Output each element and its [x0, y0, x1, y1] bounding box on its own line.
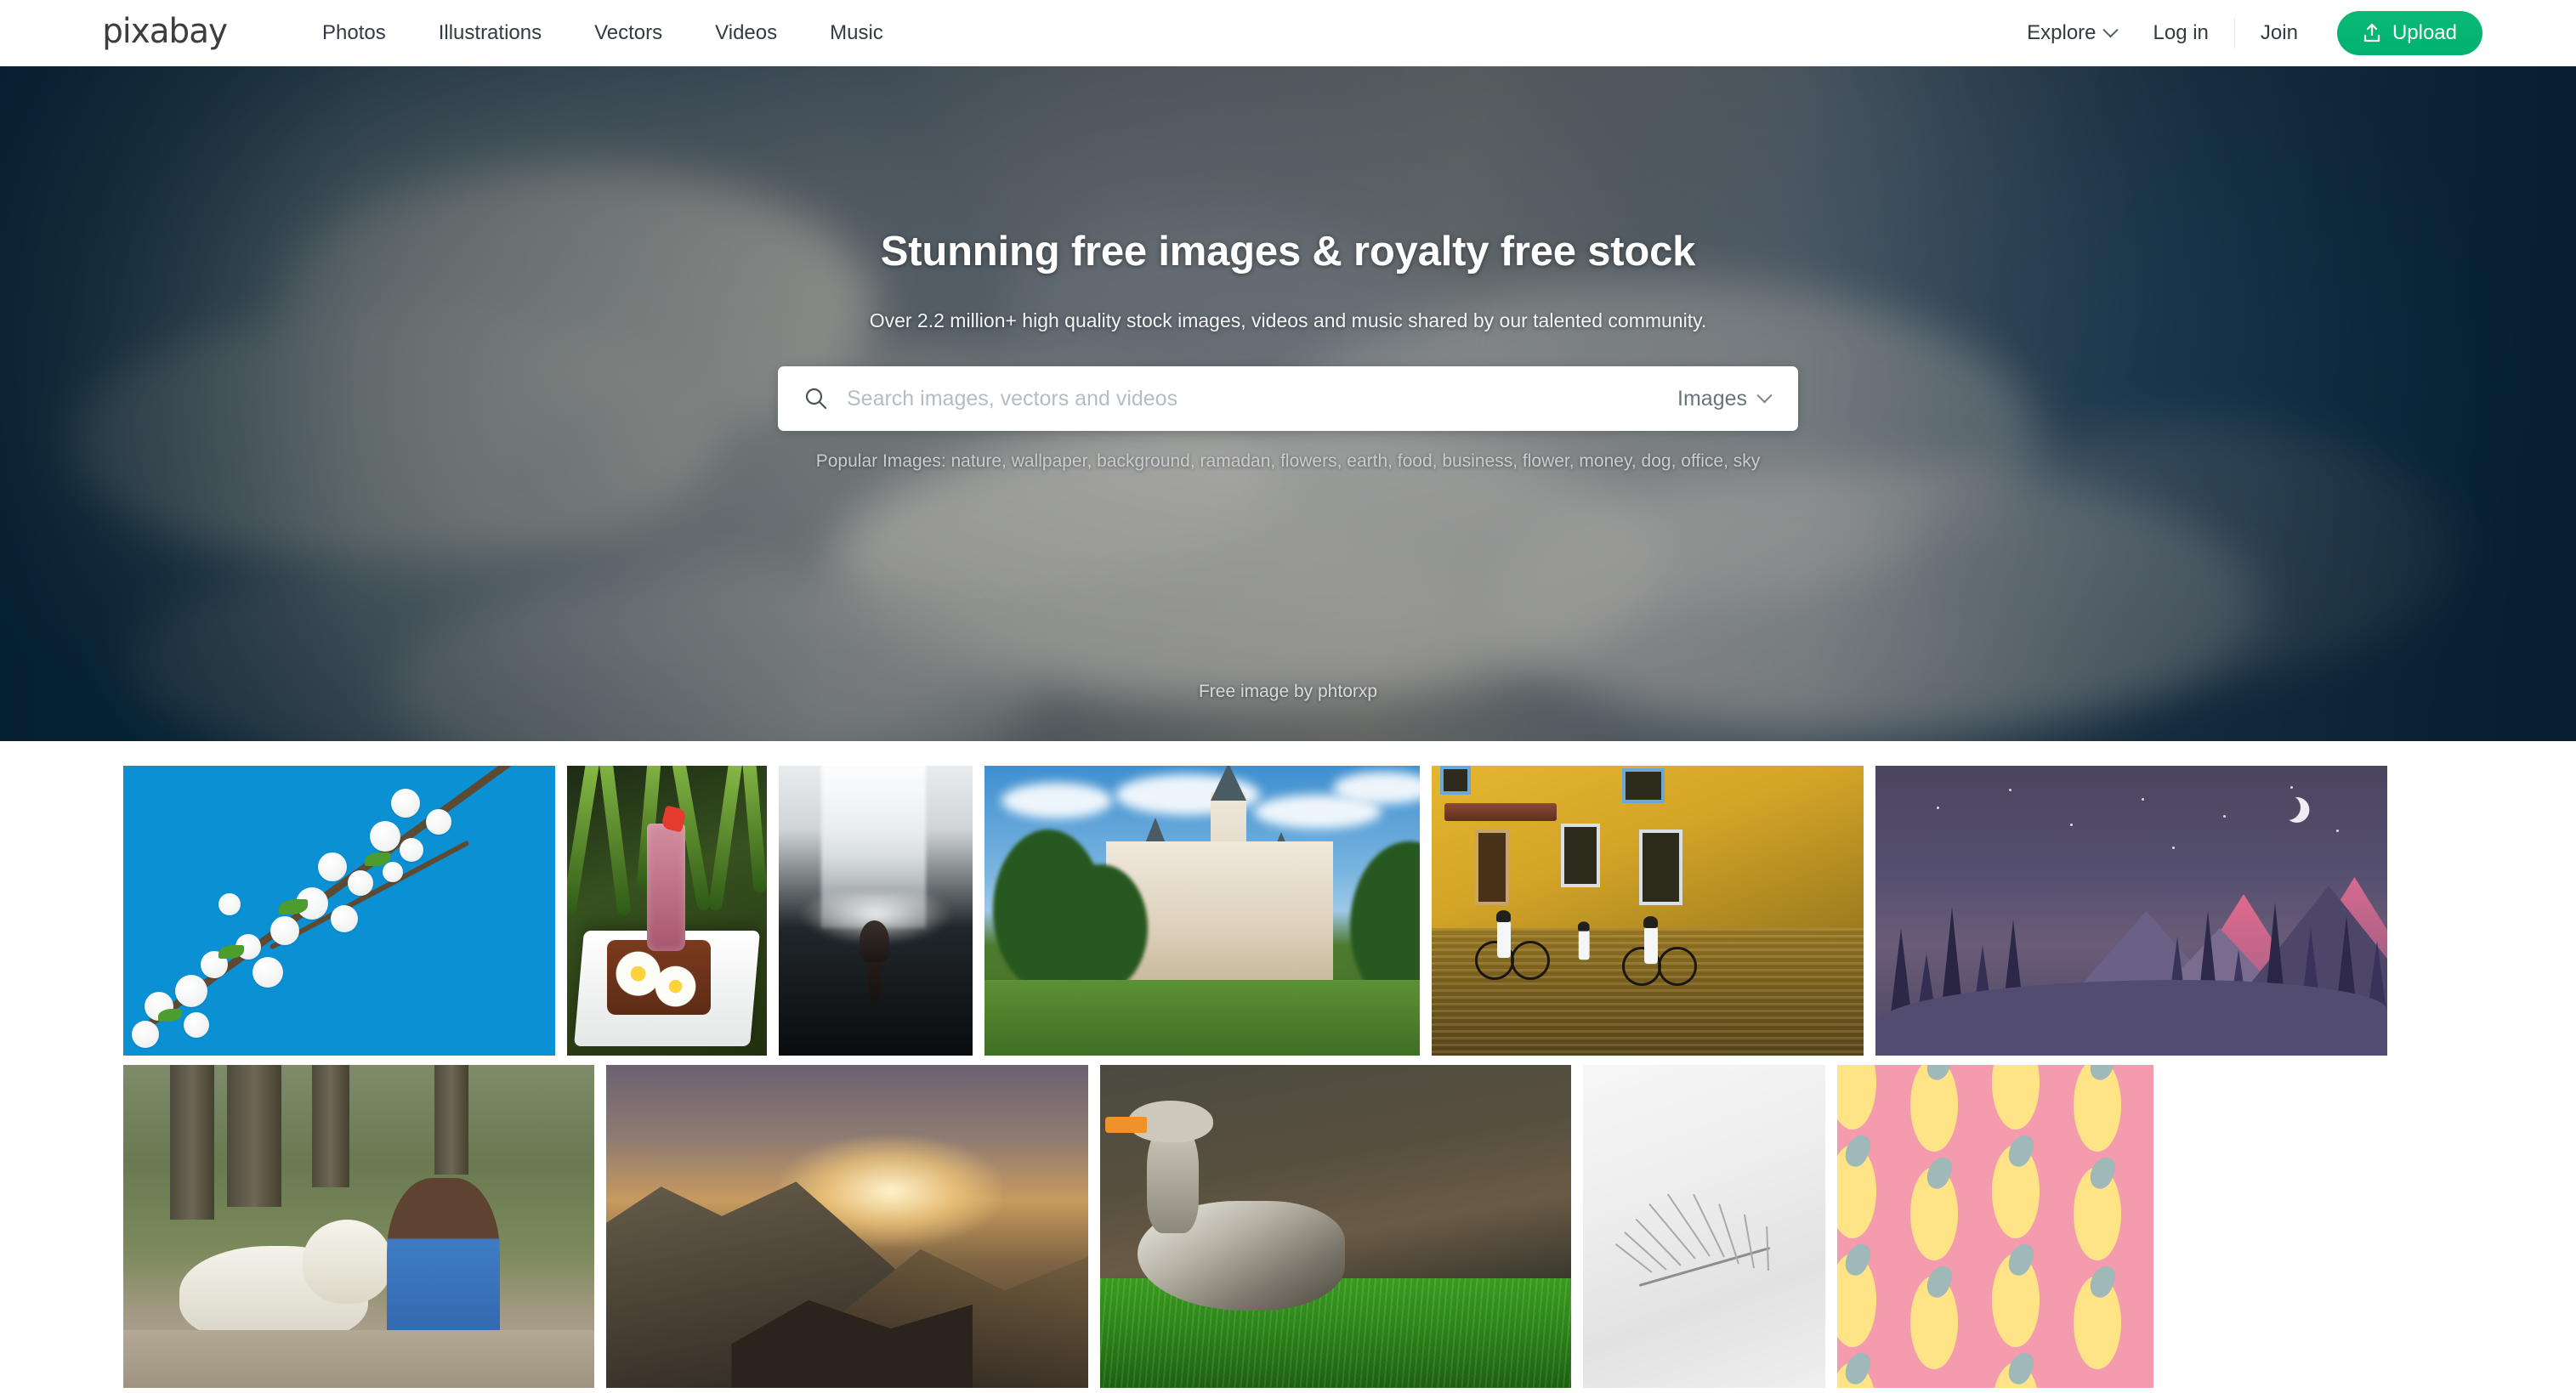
hero-headline: Stunning free images & royalty free stoc…	[880, 229, 1696, 275]
gallery-tile-waterfall[interactable]	[779, 766, 973, 1056]
gallery-tile-mountain-sunset[interactable]	[606, 1065, 1088, 1388]
nav-item-videos[interactable]: Videos	[689, 0, 803, 66]
join-link[interactable]: Join	[2242, 21, 2317, 45]
upload-label: Upload	[2392, 21, 2457, 44]
hero-subtitle: Over 2.2 million+ high quality stock ima…	[869, 309, 1707, 331]
search-type-label: Images	[1677, 386, 1747, 411]
search-type-dropdown[interactable]: Images	[1677, 386, 1773, 411]
nav-item-illustrations[interactable]: Illustrations	[412, 0, 568, 66]
explore-label: Explore	[2027, 21, 2097, 44]
login-link[interactable]: Log in	[2135, 21, 2227, 45]
tile-artwork	[984, 766, 1420, 1056]
gallery-tile-castle[interactable]	[984, 766, 1420, 1056]
tile-artwork	[779, 766, 973, 1056]
hero-image-credit[interactable]: Free image by phtorxp	[0, 682, 2576, 702]
tile-artwork	[1875, 766, 2387, 1056]
nav-item-music[interactable]: Music	[803, 0, 910, 66]
gallery-tile-feather[interactable]	[1583, 1065, 1825, 1388]
tile-artwork	[123, 766, 555, 1056]
gallery-row	[123, 1065, 2153, 1388]
nav-item-vectors[interactable]: Vectors	[568, 0, 689, 66]
site-header: pixabay Photos Illustrations Vectors Vid…	[0, 0, 2576, 66]
pixabay-logo[interactable]: pixabay	[102, 12, 228, 51]
gallery-tile-goose[interactable]	[1100, 1065, 1571, 1388]
nav-divider	[2233, 18, 2235, 48]
search-bar[interactable]: Images	[778, 366, 1798, 431]
gallery-tile-dog-and-girl[interactable]	[123, 1065, 594, 1388]
tile-artwork	[606, 1065, 1088, 1388]
tile-artwork	[1837, 1065, 2153, 1388]
tile-artwork	[1100, 1065, 1571, 1388]
tile-artwork	[567, 766, 767, 1056]
gallery-tile-brunch[interactable]	[567, 766, 767, 1056]
tile-artwork	[1432, 766, 1864, 1056]
gallery-row	[123, 766, 2387, 1056]
explore-menu[interactable]: Explore	[2008, 21, 2134, 45]
gallery-tile-flooded-street[interactable]	[1432, 766, 1864, 1056]
popular-searches[interactable]: Popular Images: nature, wallpaper, backg…	[816, 451, 1761, 472]
gallery-tile-blossom[interactable]	[123, 766, 555, 1056]
nav-item-photos[interactable]: Photos	[296, 0, 412, 66]
hero-content: Stunning free images & royalty free stoc…	[0, 66, 2576, 741]
chevron-down-icon	[2102, 21, 2119, 37]
gallery-tile-lemon-pattern[interactable]	[1837, 1065, 2153, 1388]
gallery-tile-night-mountains[interactable]	[1875, 766, 2387, 1056]
upload-icon	[2363, 23, 2380, 42]
secondary-nav: Explore Log in Join Upload	[2008, 0, 2482, 66]
tile-artwork	[123, 1065, 594, 1388]
chevron-down-icon	[1756, 387, 1773, 403]
upload-button[interactable]: Upload	[2336, 11, 2482, 55]
search-input[interactable]	[847, 386, 1678, 411]
primary-nav: Photos Illustrations Vectors Videos Musi…	[296, 0, 910, 66]
hero-banner: Stunning free images & royalty free stoc…	[0, 66, 2576, 741]
search-icon	[805, 388, 827, 410]
tile-artwork	[1583, 1065, 1825, 1388]
